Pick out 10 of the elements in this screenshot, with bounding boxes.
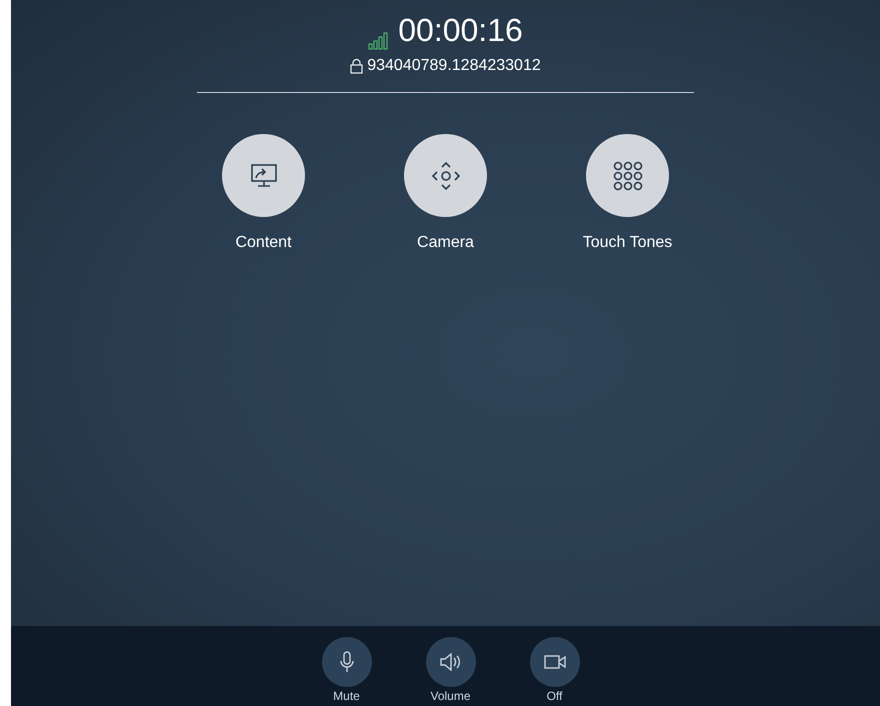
microphone-icon <box>340 651 354 673</box>
pan-control-icon <box>432 160 460 190</box>
video-camera-icon <box>544 654 566 670</box>
screen-share-icon <box>248 162 278 188</box>
lock-icon <box>350 58 364 74</box>
meeting-id: 934040789.1284233012 <box>367 56 541 76</box>
call-timer: 00:00:16 <box>398 11 523 50</box>
signal-icon <box>368 32 390 50</box>
keypad-icon <box>612 160 642 190</box>
speaker-icon <box>440 653 462 671</box>
